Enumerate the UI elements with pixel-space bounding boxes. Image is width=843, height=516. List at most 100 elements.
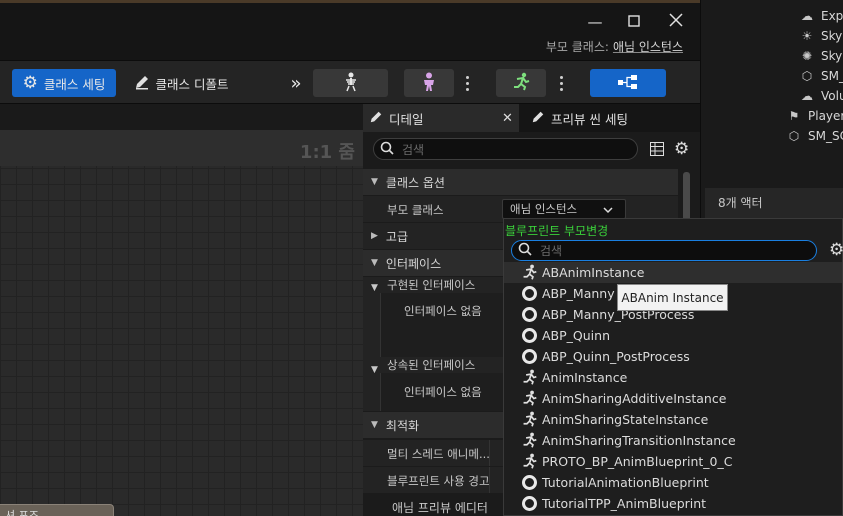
class-settings-label: 클래스 세팅 <box>43 76 106 92</box>
details-search-input[interactable]: 검색 <box>373 138 638 160</box>
category-advanced-label: 고급 <box>385 229 409 244</box>
parent-class-dropdown[interactable]: 애님 인스턴스 <box>502 199 626 219</box>
viewport-header <box>0 104 363 130</box>
category-class-options-label: 클래스 옵션 <box>385 175 445 190</box>
parent-class-label: 부모 클래스: <box>545 40 609 54</box>
tab-details[interactable]: 디테일 ✕ <box>363 104 519 132</box>
graph-mode-button[interactable] <box>590 69 666 97</box>
table-view-icon[interactable] <box>650 142 664 159</box>
collapse-arrow-icon: ▼ <box>371 258 378 268</box>
class-list-item[interactable]: TutorialAnimationBlueprint <box>504 472 842 493</box>
anim-icon <box>520 432 538 450</box>
player-start-icon: ⚑ <box>788 109 800 123</box>
maximize-icon[interactable] <box>624 12 644 32</box>
pencil-icon <box>531 110 545 127</box>
popup-search-placeholder: 검색 <box>540 244 563 258</box>
class-list-item[interactable]: AnimSharingStateInstance <box>504 409 842 430</box>
close-icon[interactable] <box>666 12 686 32</box>
class-settings-button[interactable]: ⚙ 클래스 세팅 <box>12 69 116 97</box>
class-list-item-label: AnimSharingAdditiveInstance <box>542 391 727 406</box>
outliner-item[interactable]: ✺ Sky <box>798 46 842 66</box>
anim-preview-editor-heading: 애님 프리뷰 에디터 <box>392 501 488 515</box>
parent-class-dropdown-value: 애님 인스턴스 <box>510 202 578 216</box>
ring-icon <box>520 327 538 345</box>
class-list-item[interactable]: TutorialTPP_AnimBlueprint <box>504 493 842 514</box>
animation-mode-button[interactable] <box>496 69 546 97</box>
static-mesh-icon: ⬡ <box>801 69 813 83</box>
outliner-item[interactable]: ⚑ Player <box>785 106 843 126</box>
pencil-icon <box>134 74 150 93</box>
anim-icon <box>520 411 538 429</box>
collapse-arrow-icon: ▼ <box>371 283 378 293</box>
animation-options-icon[interactable] <box>553 69 569 97</box>
sky-atmosphere-icon: ✺ <box>801 49 813 63</box>
class-list-item[interactable]: ABP_Quinn_PostProcess <box>504 346 842 367</box>
outliner-item[interactable]: ⬡ SM_ <box>798 66 843 86</box>
mesh-options-icon[interactable] <box>459 69 475 97</box>
outliner-item-label: Volu <box>821 89 843 103</box>
anim-icon <box>520 369 538 387</box>
outliner-item-label: SM_ <box>821 69 843 83</box>
tab-preview-label: 프리뷰 씬 세팅 <box>551 111 628 127</box>
outliner-item[interactable]: ☀ Sky <box>798 26 843 46</box>
class-list-item[interactable]: ABP_Quinn <box>504 325 842 346</box>
parent-class-indicator: 부모 클래스: 애님 인스턴스 <box>546 38 683 55</box>
class-list-item[interactable]: AnimSharingAdditiveInstance <box>504 388 842 409</box>
chevron-down-icon <box>603 203 613 217</box>
class-list-item-label: AnimSharingTransitionInstance <box>542 433 736 448</box>
zoom-level: 1:1 줌 <box>299 142 355 163</box>
outliner-item[interactable]: ⬡ SM_SC <box>785 126 843 146</box>
collapse-arrow-icon: ▼ <box>371 365 378 375</box>
anim-icon <box>520 390 538 408</box>
collapse-arrow-icon: ▼ <box>371 420 378 430</box>
class-list-item[interactable]: AnimSharingTransitionInstance <box>504 430 842 451</box>
implemented-interfaces-label: 구현된 인터페이스 <box>387 278 476 292</box>
class-list-item[interactable]: ABAnimInstance <box>504 262 842 283</box>
popup-search-input[interactable]: 검색 <box>511 240 817 261</box>
category-interfaces-label: 인터페이스 <box>385 256 442 271</box>
running-man-icon <box>511 72 531 95</box>
graph-nodes-icon <box>617 74 639 92</box>
class-defaults-button[interactable]: 클래스 디폴트 <box>126 69 236 97</box>
row-divider <box>489 440 490 466</box>
outliner-item[interactable]: ☁ Volu <box>798 86 843 106</box>
class-list-item-label: PROTO_BP_AnimBlueprint_0_C <box>542 454 733 469</box>
toolbar: ⚙ 클래스 세팅 클래스 디폴트 » <box>0 60 700 104</box>
class-list-item-label: TutorialAnimationBlueprint <box>542 475 709 490</box>
outliner-item[interactable]: ☁ Expe <box>798 6 843 26</box>
close-tab-icon[interactable]: ✕ <box>502 111 513 126</box>
class-list-item[interactable]: AnimInstance <box>504 367 842 388</box>
category-optimization-label: 최적화 <box>385 418 420 433</box>
pose-tab-label: 셔 포즈 <box>5 509 39 516</box>
search-icon <box>380 141 394 158</box>
ring-icon <box>520 285 538 303</box>
expand-arrow-icon: ▶ <box>371 231 378 241</box>
anim-icon <box>520 264 538 282</box>
class-list-item[interactable]: PROTO_BP_AnimBlueprint_0_C <box>504 451 842 472</box>
pose-tab[interactable]: 셔 포즈 <box>0 504 114 516</box>
class-defaults-label: 클래스 디폴트 <box>155 76 229 92</box>
character-mesh-icon <box>421 72 437 95</box>
minimize-icon[interactable]: — <box>585 12 605 32</box>
class-list-item-label: ABAnimInstance <box>542 265 645 280</box>
category-class-options[interactable]: ▼ 클래스 옵션 <box>363 169 678 195</box>
skeleton-mode-button[interactable] <box>313 69 388 97</box>
reparent-blueprint-popup: 블루프린트 부모변경 검색 ⚙ ABAnimInstance ABP_Manny A… <box>503 218 843 516</box>
anim-icon <box>520 453 538 471</box>
sky-light-icon: ☀ <box>801 29 813 43</box>
mesh-mode-button[interactable] <box>404 69 454 97</box>
ring-icon <box>520 306 538 324</box>
static-mesh-icon: ⬡ <box>788 129 800 143</box>
no-interfaces-label: 인터페이스 없음 <box>404 385 482 399</box>
class-tooltip: ABAnim Instance <box>617 284 728 311</box>
parent-class-link[interactable]: 애님 인스턴스 <box>613 40 683 54</box>
exponential-fog-icon: ☁ <box>801 9 813 23</box>
pencil-icon <box>369 110 383 127</box>
popup-settings-gear-icon[interactable]: ⚙ <box>829 240 843 260</box>
chevron-right-icon[interactable]: » <box>284 69 308 97</box>
ring-icon <box>520 348 538 366</box>
settings-gear-icon[interactable]: ⚙ <box>674 139 689 159</box>
no-interfaces-label: 인터페이스 없음 <box>404 304 482 318</box>
details-tab-bar: 디테일 ✕ 프리뷰 씬 세팅 <box>363 104 700 132</box>
tab-preview-scene-settings[interactable]: 프리뷰 씬 세팅 <box>527 104 667 132</box>
